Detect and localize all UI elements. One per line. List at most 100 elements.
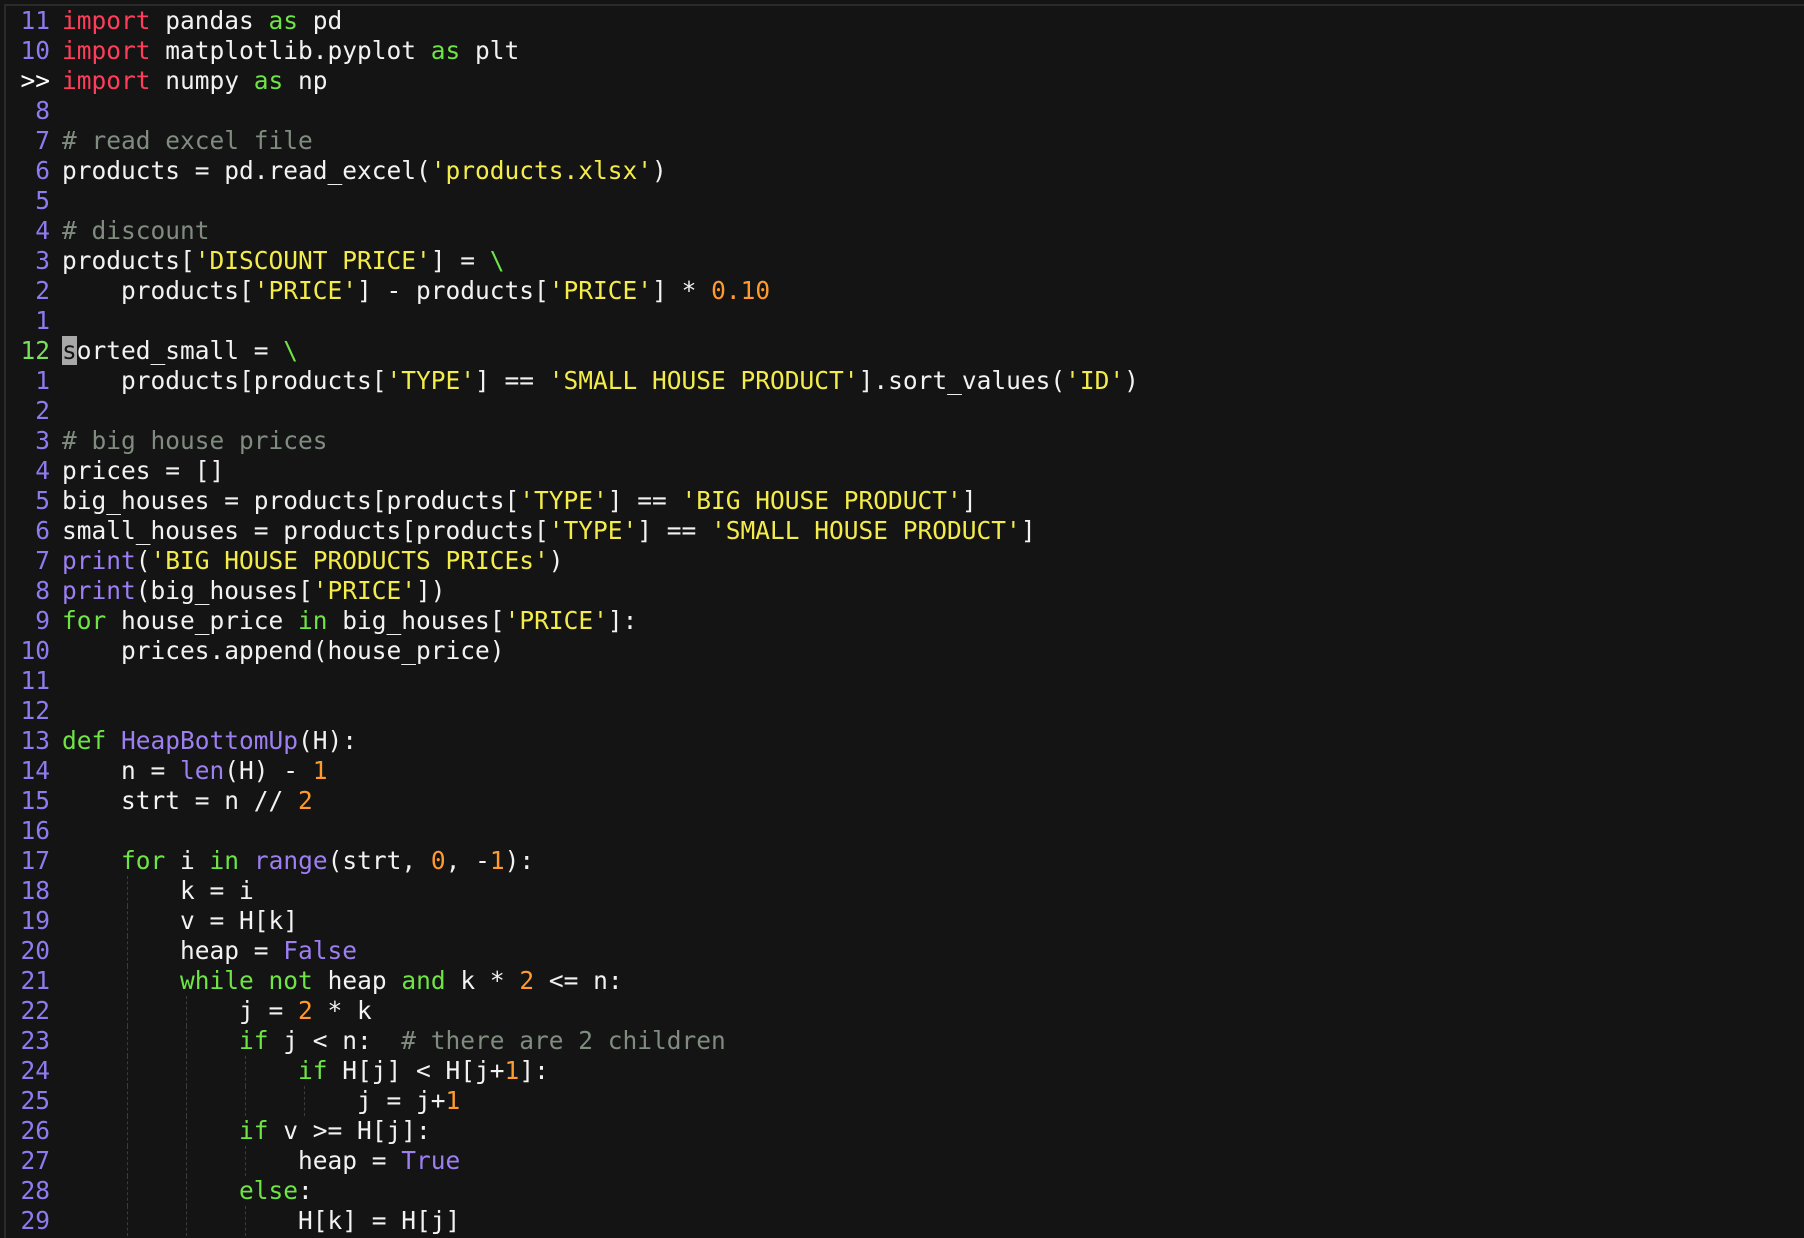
code-line[interactable]: 4 # discount xyxy=(6,216,1804,246)
code-line[interactable]: 4 prices = [] xyxy=(6,456,1804,486)
line-number: 23 xyxy=(20,1026,50,1055)
code-token: ( xyxy=(135,546,151,575)
code-text: H[k] = H[j] xyxy=(62,1206,460,1236)
code-text: if j < n: # there are 2 children xyxy=(62,1026,726,1056)
code-text: import matplotlib.pyplot as plt xyxy=(62,36,519,66)
code-token: if xyxy=(239,1026,269,1055)
code-text: products[products['TYPE'] == 'SMALL HOUS… xyxy=(62,366,1139,396)
code-line[interactable]: 3 # big house prices xyxy=(6,426,1804,456)
code-line[interactable]: 7 # read excel file xyxy=(6,126,1804,156)
code-line[interactable]: 11 import pandas as pd xyxy=(6,6,1804,36)
code-line[interactable]: 2 products['PRICE'] - products['PRICE'] … xyxy=(6,276,1804,306)
code-token: 1 xyxy=(312,756,328,785)
code-text: for house_price in big_houses['PRICE']: xyxy=(62,606,637,636)
code-text: sorted_small = \ xyxy=(62,336,298,366)
code-text: k = i xyxy=(62,876,254,906)
code-text: products = pd.read_excel('products.xlsx'… xyxy=(62,156,667,186)
code-token: import xyxy=(62,6,151,35)
code-line[interactable]: 19 v = H[k] xyxy=(6,906,1804,936)
code-token: plt xyxy=(460,36,520,65)
line-number: 21 xyxy=(20,966,50,995)
line-number: 2 xyxy=(35,276,50,305)
line-number: 15 xyxy=(20,786,50,815)
code-token: 'TYPE' xyxy=(386,366,476,395)
code-line[interactable]: 8 print(big_houses['PRICE']) xyxy=(6,576,1804,606)
code-line[interactable]: 6 small_houses = products[products['TYPE'… xyxy=(6,516,1804,546)
code-text: print(big_houses['PRICE']) xyxy=(62,576,446,606)
code-token: big_houses = products[products[ xyxy=(62,486,520,515)
line-number: 2 xyxy=(35,396,50,425)
code-line[interactable]: 15 strt = n // 2 xyxy=(6,786,1804,816)
code-line[interactable]: 2 xyxy=(6,396,1804,426)
code-token: 'PRICE' xyxy=(548,276,653,305)
code-line[interactable]: 10 import matplotlib.pyplot as plt xyxy=(6,36,1804,66)
code-line[interactable]: 20 heap = False xyxy=(6,936,1804,966)
code-line[interactable]: 17 for i in range(strt, 0, -1): xyxy=(6,846,1804,876)
code-line[interactable]: 18 k = i xyxy=(6,876,1804,906)
line-number: 19 xyxy=(20,906,50,935)
code-line[interactable]: 25 j = j+1 xyxy=(6,1086,1804,1116)
code-token: H[j] < H[j+ xyxy=(327,1056,505,1085)
code-token: as xyxy=(253,66,284,95)
code-token: 'BIG HOUSE PRODUCTS PRICEs' xyxy=(150,546,549,575)
code-line[interactable]: 6 products = pd.read_excel('products.xlsx… xyxy=(6,156,1804,186)
code-line[interactable]: 29 H[k] = H[j] xyxy=(6,1206,1804,1236)
code-token: for xyxy=(62,606,107,635)
code-line[interactable]: 5 xyxy=(6,186,1804,216)
code-token: ): xyxy=(504,846,535,875)
code-line[interactable]: 9 for house_price in big_houses['PRICE']: xyxy=(6,606,1804,636)
code-token: i xyxy=(165,846,210,875)
line-number: 29 xyxy=(20,1206,50,1235)
code-line[interactable]: >> import numpy as np xyxy=(6,66,1804,96)
code-line[interactable]: 22 j = 2 * k xyxy=(6,996,1804,1026)
code-line[interactable]: 14 n = len(H) - 1 xyxy=(6,756,1804,786)
line-number: 1 xyxy=(35,306,50,335)
code-line[interactable]: 28 else: xyxy=(6,1176,1804,1206)
code-line[interactable]: 8 xyxy=(6,96,1804,126)
line-number: 27 xyxy=(20,1146,50,1175)
code-text: j = j+1 xyxy=(62,1086,460,1116)
code-token: as xyxy=(430,36,461,65)
line-number: 22 xyxy=(20,996,50,1025)
code-token: numpy xyxy=(150,66,254,95)
code-line[interactable]: 24 if H[j] < H[j+1]: xyxy=(6,1056,1804,1086)
text-cursor: s xyxy=(62,336,77,365)
code-line[interactable]: 11 xyxy=(6,666,1804,696)
code-text: if H[j] < H[j+1]: xyxy=(62,1056,549,1086)
code-token: ] - products[ xyxy=(357,276,549,305)
code-token: ] xyxy=(961,486,977,515)
code-line[interactable]: 16 xyxy=(6,816,1804,846)
code-token: ] xyxy=(1020,516,1036,545)
code-editor[interactable]: 11 import pandas as pd 10 import matplotlib… xyxy=(4,4,1804,1238)
code-line[interactable]: 5 big_houses = products[products['TYPE'] … xyxy=(6,486,1804,516)
code-token: 1 xyxy=(504,1056,520,1085)
code-line[interactable]: 12 sorted_small = \ xyxy=(6,336,1804,366)
line-number: 9 xyxy=(35,606,50,635)
code-line[interactable]: 21 while not heap and k * 2 <= n: xyxy=(6,966,1804,996)
code-line[interactable]: 13 def HeapBottomUp(H): xyxy=(6,726,1804,756)
code-line[interactable]: 27 heap = True xyxy=(6,1146,1804,1176)
line-number: 7 xyxy=(35,546,50,575)
code-text: products['DISCOUNT PRICE'] = \ xyxy=(62,246,505,276)
code-text: # read excel file xyxy=(62,126,313,156)
code-line[interactable]: 7 print('BIG HOUSE PRODUCTS PRICEs') xyxy=(6,546,1804,576)
code-token: 'BIG HOUSE PRODUCT' xyxy=(681,486,962,515)
code-line[interactable]: 1 products[products['TYPE'] == 'SMALL HO… xyxy=(6,366,1804,396)
code-token: ) xyxy=(1124,366,1139,395)
line-number: 10 xyxy=(20,36,50,65)
code-token: ] == xyxy=(475,366,549,395)
code-token: * k xyxy=(312,996,372,1025)
code-line[interactable]: 12 xyxy=(6,696,1804,726)
code-line[interactable]: 10 prices.append(house_price) xyxy=(6,636,1804,666)
line-number: 12 xyxy=(20,336,50,365)
code-token: products[ xyxy=(62,246,195,275)
line-number: 8 xyxy=(35,96,50,125)
line-number: 4 xyxy=(35,216,50,245)
code-line[interactable]: 1 xyxy=(6,306,1804,336)
code-line[interactable]: 23 if j < n: # there are 2 children xyxy=(6,1026,1804,1056)
code-line[interactable]: 3 products['DISCOUNT PRICE'] = \ xyxy=(6,246,1804,276)
code-token: j = xyxy=(62,996,299,1025)
code-line[interactable]: 26 if v >= H[j]: xyxy=(6,1116,1804,1146)
